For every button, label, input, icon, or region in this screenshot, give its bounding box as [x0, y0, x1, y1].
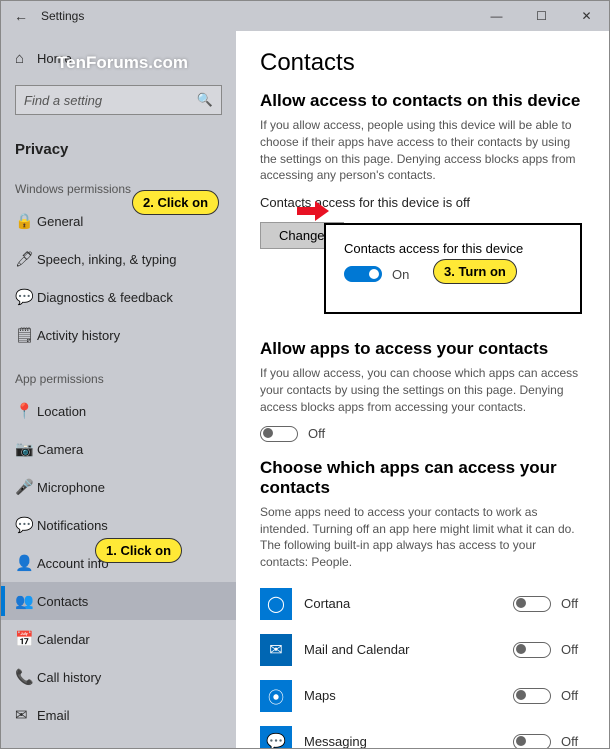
back-button[interactable]: ← [1, 8, 41, 24]
sidebar-item-email[interactable]: ✉Email [1, 696, 236, 734]
toggle-label: Off [308, 426, 325, 441]
callout-3: 3. Turn on [433, 259, 517, 284]
sidebar-item-label: Camera [37, 442, 83, 457]
home-icon: ⌂ [15, 50, 37, 67]
window-title: Settings [41, 9, 84, 23]
minimize-button[interactable]: — [474, 1, 519, 31]
app-icon: ◯ [260, 588, 292, 620]
sidebar-icon: ✉ [15, 706, 37, 724]
sidebar-item-label: Contacts [37, 594, 88, 609]
sidebar-item-tasks[interactable]: ✓Tasks [1, 734, 236, 748]
sidebar-item-label: Notifications [37, 518, 108, 533]
sidebar-icon: 📍 [15, 402, 37, 420]
sidebar-item-diagnostics-feedback[interactable]: 💬Diagnostics & feedback [1, 278, 236, 316]
section-heading: Allow access to contacts on this device [260, 91, 585, 111]
section-body: If you allow access, people using this d… [260, 117, 585, 184]
section-heading: Choose which apps can access your contac… [260, 458, 585, 498]
sidebar-icon: 🔒 [15, 212, 37, 230]
sidebar-item-label: Tasks [37, 746, 70, 749]
section-heading: Allow apps to access your contacts [260, 339, 585, 359]
app-row-mail-and-calendar: ✉ Mail and Calendar Off [260, 627, 585, 673]
app-toggle[interactable]: Off [513, 642, 585, 658]
app-name: Mail and Calendar [304, 642, 513, 657]
sidebar: ⌂ Home Find a setting 🔍 Privacy Windows … [1, 31, 236, 748]
sidebar-icon: 📞 [15, 668, 37, 686]
sidebar-item-microphone[interactable]: 🎤Microphone [1, 468, 236, 506]
sidebar-icon: 🗒 [15, 326, 37, 344]
sidebar-item-label: Call history [37, 670, 101, 685]
sidebar-subsection-app-perms: App permissions [1, 354, 236, 392]
sidebar-item-label: Speech, inking, & typing [37, 252, 176, 267]
sidebar-icon: 🖊 [15, 250, 37, 268]
sidebar-item-label: Location [37, 404, 86, 419]
app-icon: ✉ [260, 634, 292, 666]
section-body: Some apps need to access your contacts t… [260, 504, 585, 571]
sidebar-item-contacts[interactable]: 👥Contacts [1, 582, 236, 620]
callout-1: 1. Click on [95, 538, 182, 563]
toggle-label: Off [561, 596, 585, 611]
sidebar-icon: 🎤 [15, 478, 37, 496]
arrow-icon [297, 201, 329, 221]
sidebar-item-label: Microphone [37, 480, 105, 495]
app-row-messaging: 💬 Messaging Off [260, 719, 585, 748]
section-body: If you allow access, you can choose whic… [260, 365, 585, 415]
sidebar-item-label: Activity history [37, 328, 120, 343]
app-toggle[interactable]: Off [513, 734, 585, 748]
toggle-label: Off [561, 688, 585, 703]
sidebar-item-activity-history[interactable]: 🗒Activity history [1, 316, 236, 354]
app-name: Messaging [304, 734, 513, 748]
page-title: Contacts [260, 49, 585, 77]
app-row-cortana: ◯ Cortana Off [260, 581, 585, 627]
app-toggle[interactable]: Off [513, 596, 585, 612]
sidebar-icon: 👤 [15, 554, 37, 572]
sidebar-item-label: Email [37, 708, 70, 723]
sidebar-item-camera[interactable]: 📷Camera [1, 430, 236, 468]
sidebar-item-label: Calendar [37, 632, 90, 647]
sidebar-icon: 💬 [15, 516, 37, 534]
main-panel: Contacts Allow access to contacts on thi… [236, 31, 609, 748]
sidebar-item-location[interactable]: 📍Location [1, 392, 236, 430]
app-row-maps: ⦿ Maps Off [260, 673, 585, 719]
search-input[interactable]: Find a setting 🔍 [15, 85, 222, 115]
toggle-label: Off [561, 642, 585, 657]
sidebar-icon: 👥 [15, 592, 37, 610]
app-toggle[interactable]: Off [513, 688, 585, 704]
toggle-label: On [392, 267, 409, 282]
app-name: Maps [304, 688, 513, 703]
sidebar-icon: 📷 [15, 440, 37, 458]
sidebar-icon: 💬 [15, 288, 37, 306]
allow-apps-toggle[interactable]: Off [260, 426, 585, 442]
sidebar-icon: ✓ [15, 744, 37, 748]
sidebar-item-calendar[interactable]: 📅Calendar [1, 620, 236, 658]
app-icon: ⦿ [260, 680, 292, 712]
search-icon: 🔍 [197, 92, 213, 108]
maximize-button[interactable]: ☐ [519, 1, 564, 31]
sidebar-section-privacy: Privacy [1, 123, 236, 164]
app-name: Cortana [304, 596, 513, 611]
sidebar-item-speech-inking-typing[interactable]: 🖊Speech, inking, & typing [1, 240, 236, 278]
toggle-label: Off [561, 734, 585, 748]
sidebar-item-label: Diagnostics & feedback [37, 290, 173, 305]
sidebar-icon: 📅 [15, 630, 37, 648]
close-button[interactable]: ✕ [564, 1, 609, 31]
search-placeholder: Find a setting [24, 93, 197, 108]
sidebar-item-call-history[interactable]: 📞Call history [1, 658, 236, 696]
app-icon: 💬 [260, 726, 292, 748]
sidebar-item-label: General [37, 214, 83, 229]
titlebar: ← Settings — ☐ ✕ [1, 1, 609, 31]
watermark: TenForums.com [57, 53, 188, 73]
popup-title: Contacts access for this device [344, 241, 562, 256]
callout-2: 2. Click on [132, 190, 219, 215]
